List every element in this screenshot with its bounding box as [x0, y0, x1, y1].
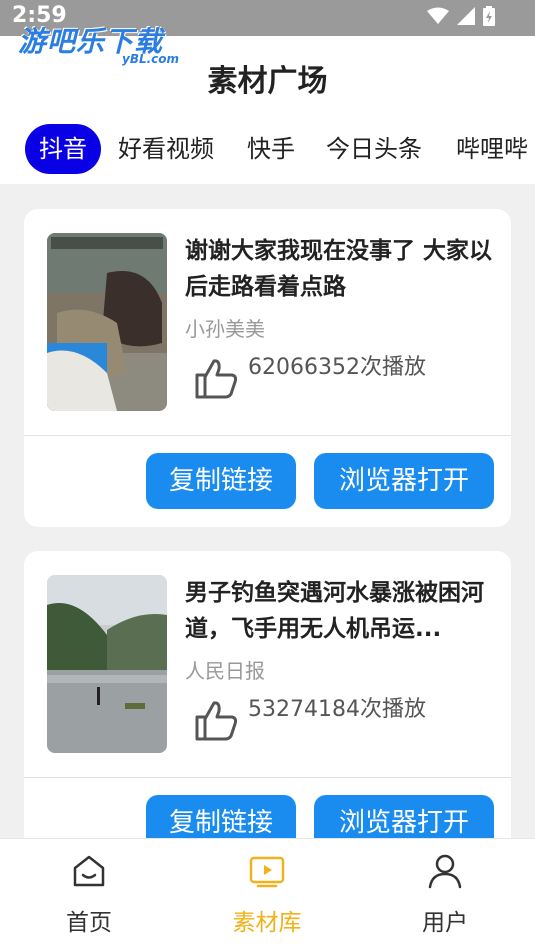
video-thumbnail[interactable]	[47, 233, 167, 411]
open-in-browser-button[interactable]: 浏览器打开	[314, 453, 494, 509]
status-icons	[427, 6, 495, 26]
watermark-sub: yBL.com	[122, 52, 180, 66]
video-library-icon	[249, 856, 285, 888]
home-icon	[73, 855, 105, 887]
page-title: 素材广场	[207, 64, 328, 99]
video-title[interactable]: 男子钓鱼突遇河水暴涨被困河道，飞手用无人机吊运...	[185, 575, 495, 647]
video-author: 人民日报	[185, 659, 265, 683]
divider	[24, 777, 511, 778]
nav-home[interactable]: 首页	[29, 839, 149, 951]
video-card: 谢谢大家我现在没事了 大家以后走路看着点路 小孙美美 62066352次播放 复…	[24, 209, 511, 527]
platform-tabs: 抖音 好看视频 快手 今日头条 哔哩哔	[0, 116, 535, 184]
tab-toutiao[interactable]: 今日头条	[326, 124, 422, 174]
nav-home-label: 首页	[66, 910, 112, 936]
tab-haokan[interactable]: 好看视频	[118, 124, 214, 174]
divider	[24, 435, 511, 436]
tab-bilibili[interactable]: 哔哩哔	[456, 124, 528, 174]
nav-library-label: 素材库	[232, 910, 302, 936]
bottom-nav: 首页 素材库 用户	[0, 838, 535, 951]
nav-library[interactable]: 素材库	[207, 839, 327, 951]
play-count: 53274184次播放	[248, 697, 426, 722]
user-icon	[428, 854, 462, 889]
nav-user-label: 用户	[422, 910, 468, 936]
play-count: 62066352次播放	[248, 355, 426, 380]
nav-user[interactable]: 用户	[385, 839, 505, 951]
video-title[interactable]: 谢谢大家我现在没事了 大家以后走路看着点路	[185, 233, 495, 305]
video-card: 男子钓鱼突遇河水暴涨被困河道，飞手用无人机吊运... 人民日报 53274184…	[24, 551, 511, 869]
video-thumbnail[interactable]	[47, 575, 167, 753]
battery-icon	[483, 6, 495, 26]
thumbs-up-icon	[195, 359, 238, 399]
thumbs-up-icon	[195, 701, 238, 741]
signal-icon	[457, 7, 475, 25]
copy-link-button[interactable]: 复制链接	[146, 453, 296, 509]
video-author: 小孙美美	[185, 317, 265, 341]
tab-kuaishou[interactable]: 快手	[247, 124, 295, 174]
wifi-icon	[427, 7, 449, 24]
tab-douyin[interactable]: 抖音	[25, 124, 101, 174]
